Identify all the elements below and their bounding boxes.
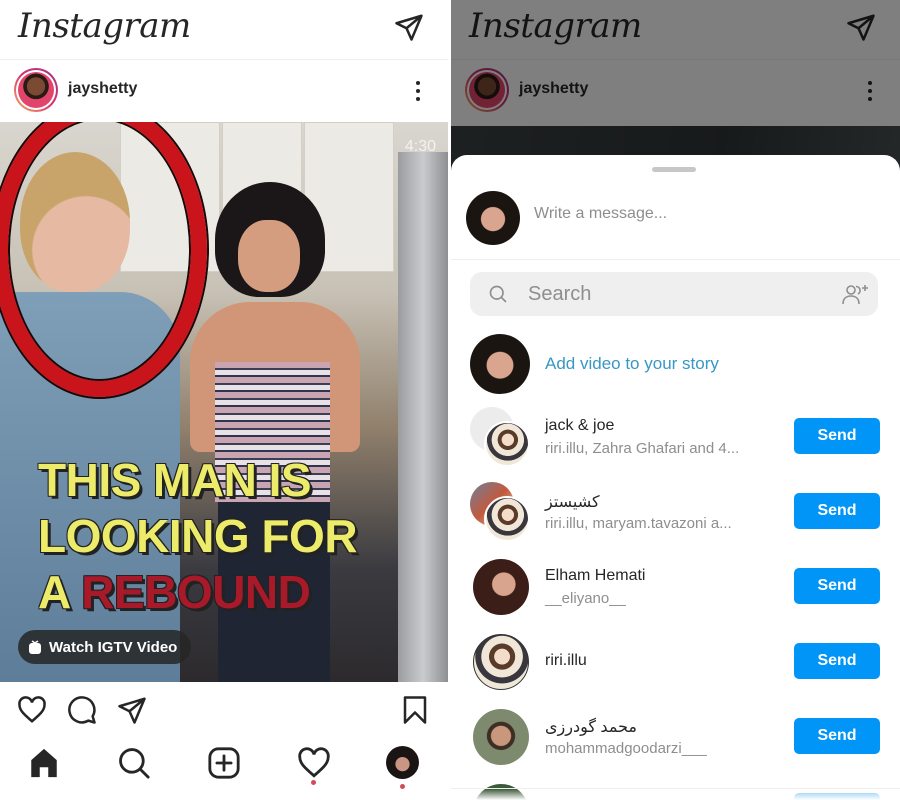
contact-subtitle: riri.illu, maryam.tavazoni a... [545,515,732,532]
my-avatar [466,191,520,245]
igtv-icon [29,640,41,654]
instagram-logo: Instagram [469,6,642,46]
search-input[interactable] [528,283,818,306]
contact-avatar [473,559,529,615]
heart-icon[interactable] [17,695,47,725]
send-button[interactable]: Send [794,718,880,754]
top-bar: Instagram [0,0,448,60]
contact-subtitle: riri.illu, Zahra Ghafari and 4... [545,440,740,457]
list-bottom-edge [451,788,900,800]
contact-name: jack & joe [545,417,615,434]
add-to-story-row[interactable]: Add video to your story [470,334,880,394]
add-people-icon[interactable] [840,282,870,306]
profile-notification-dot [400,784,405,789]
group-avatar-front [484,496,530,542]
group-avatar-front [484,421,530,467]
send-button[interactable]: Send [794,493,880,529]
contact-name: محمد گودرزی [545,719,637,736]
post-author-avatar [465,68,509,112]
post-author-avatar[interactable] [14,68,58,112]
contact-row: محمد گودرزی mohammadgoodarzi___ Send [470,707,880,767]
contact-name: Elham Hemati [545,567,646,584]
bookmark-icon[interactable] [400,695,430,725]
send-button[interactable]: Send [794,643,880,679]
search-icon [489,285,507,303]
video-duration: 4:30 [404,138,436,155]
contact-row: کشیستز riri.illu, maryam.tavazoni a... S… [470,482,880,542]
watch-igtv-button[interactable]: Watch IGTV Video [18,630,192,664]
message-input[interactable] [534,205,874,223]
send-button[interactable]: Send [794,568,880,604]
share-bottom-sheet: Add video to your story jack & joe riri.… [451,155,900,800]
top-bar-dimmed: Instagram [451,0,900,60]
post-video[interactable]: 4:30 THIS MAN IS LOOKING FOR A REBOUND W… [0,122,448,682]
divider [451,259,900,260]
direct-message-icon [847,14,875,41]
contact-avatar [473,634,529,690]
post-author-username: jayshetty [519,80,589,97]
share-screen: Instagram jayshetty Add video to your st… [451,0,900,800]
post-actions [0,683,448,738]
share-icon[interactable] [117,695,147,725]
contact-subtitle: __eliyano__ [545,590,626,607]
search-bar[interactable] [470,272,878,316]
post-header: jayshetty [0,61,448,121]
instagram-logo: Instagram [18,6,191,46]
contact-avatar [473,709,529,765]
bottom-navigation [0,740,448,800]
contact-subtitle: mohammadgoodarzi___ [545,740,707,757]
contact-name: کشیستز [545,494,600,511]
post-header-dimmed: jayshetty [451,61,900,121]
contact-row: jack & joe riri.illu, Zahra Ghafari and … [470,407,880,467]
contact-row: Elham Hemati __eliyano__ Send [470,557,880,617]
search-icon[interactable] [117,746,151,780]
feed-screen: Instagram jayshetty 4:30 THIS MAN IS LOO… [0,0,448,800]
video-caption-text: THIS MAN IS LOOKING FOR A REBOUND [38,454,358,618]
send-button[interactable]: Send [794,418,880,454]
home-icon[interactable] [27,746,61,780]
more-options-icon[interactable] [414,79,422,103]
contact-row: riri.illu Send [470,632,880,692]
post-author-username[interactable]: jayshetty [68,80,137,98]
my-story-avatar [470,334,530,394]
activity-notification-dot [311,780,316,785]
activity-heart-icon[interactable] [297,746,331,780]
sheet-drag-handle[interactable] [652,167,696,172]
profile-avatar[interactable] [386,746,419,779]
more-options-icon [866,79,874,103]
add-to-story-link[interactable]: Add video to your story [545,354,719,374]
new-post-icon[interactable] [207,746,241,780]
direct-message-icon[interactable] [394,12,424,42]
contact-name: riri.illu [545,652,587,669]
comment-icon[interactable] [67,695,97,725]
